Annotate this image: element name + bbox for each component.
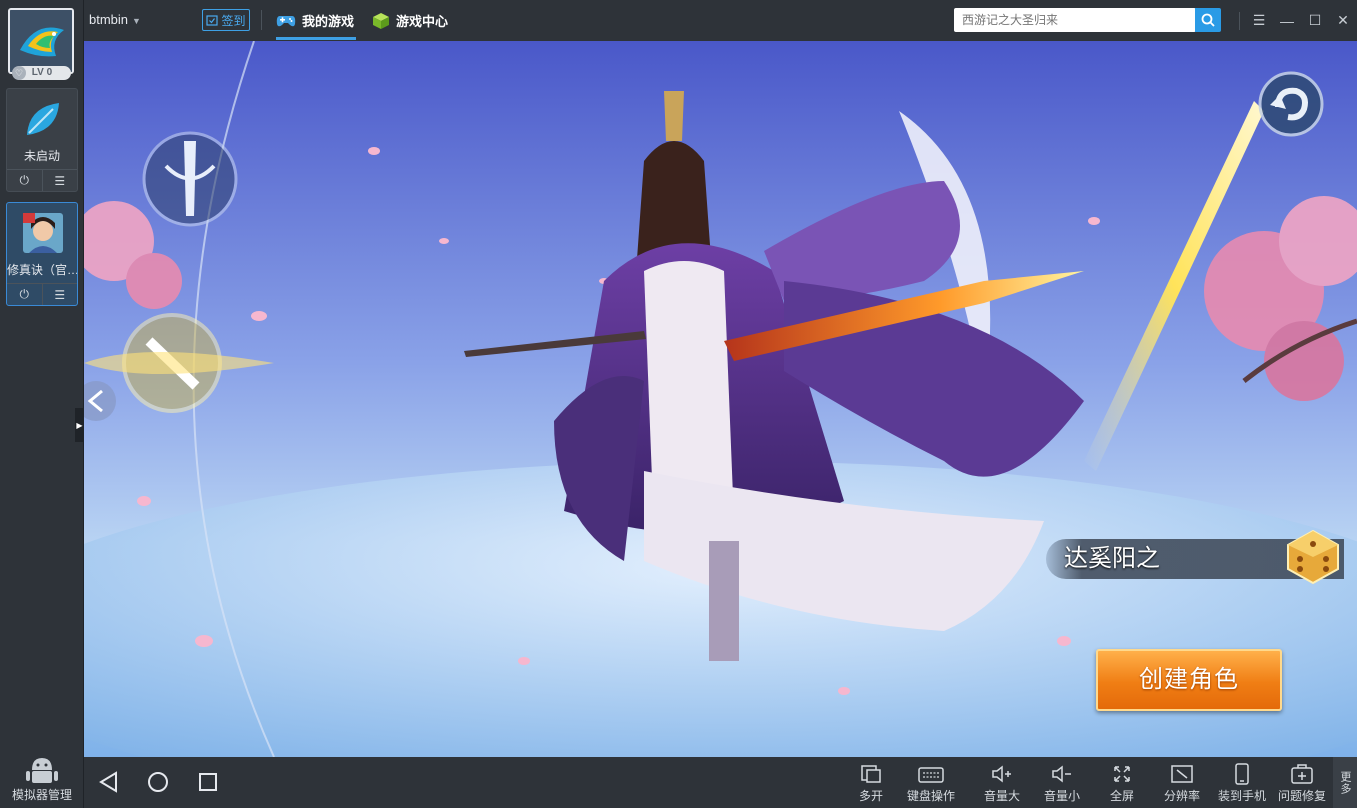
repair-icon (1291, 764, 1313, 784)
search-input[interactable] (954, 8, 1196, 32)
bottom-toolbar: 多开 键盘操作 音量大 音量小 全屏 分辨率 装到手机 问题修复 更多 (84, 757, 1357, 808)
tool-label: 音量大 (983, 789, 1020, 803)
simulator-manager-label: 模拟器管理 (11, 788, 72, 802)
signin-label: 签到 (221, 13, 246, 28)
fullscreen-icon (1114, 766, 1130, 782)
android-icon (26, 758, 58, 783)
user-menu[interactable]: btmbin ▼ (89, 12, 141, 27)
power-icon[interactable]: ⏻ (7, 170, 42, 191)
create-character-button[interactable]: 创建角色 (1096, 649, 1282, 711)
keyboard-button[interactable]: 键盘操作 (903, 761, 959, 804)
tab-game-center[interactable]: 游戏中心 (372, 0, 448, 41)
sidebar-collapse-toggle[interactable]: ▶ (75, 408, 84, 442)
random-name-dice-icon[interactable] (1284, 527, 1342, 585)
app-tile-label: 未启动 (23, 149, 60, 163)
chevron-down-icon: ▼ (132, 16, 141, 26)
leaf-icon (27, 103, 59, 135)
volume-down-icon (1052, 765, 1071, 783)
calendar-check-icon (206, 15, 219, 26)
volume-down-button[interactable]: 音量小 (1034, 761, 1090, 804)
tool-label: 全屏 (1109, 789, 1134, 803)
tool-label: 音量小 (1043, 789, 1080, 803)
gamepad-icon (276, 15, 296, 26)
tool-label: 问题修复 (1277, 789, 1326, 803)
tool-label: 分辨率 (1163, 789, 1200, 803)
tab-label: 游戏中心 (396, 14, 449, 29)
repair-button[interactable]: 问题修复 (1274, 761, 1330, 804)
top-bar: btmbin ▼ 签到 我的游戏 游戏中心 西游记之大圣归来 ☰ — ☐ ✕ (84, 0, 1357, 41)
sidebar: LV 0 ♡ 未启动 ⏻ ☰ 修真诀（官… ⏻ ☰ ▶ 模拟器管理 (0, 0, 84, 808)
menu-icon[interactable]: ☰ (41, 170, 78, 191)
divider (261, 10, 262, 30)
tool-label: 装到手机 (1217, 789, 1266, 803)
fullscreen-button[interactable]: 全屏 (1094, 761, 1150, 804)
recent-apps-icon[interactable] (195, 769, 221, 795)
fish-logo-icon (10, 10, 72, 72)
menu-icon[interactable]: ☰ (41, 284, 78, 305)
volume-up-icon (992, 765, 1011, 783)
app-tile-not-started[interactable]: 未启动 ⏻ ☰ (6, 88, 78, 192)
power-icon[interactable]: ⏻ (7, 284, 42, 305)
username: btmbin (89, 12, 129, 27)
search-icon (1201, 13, 1215, 27)
resolution-button[interactable]: 分辨率 (1154, 761, 1210, 804)
home-icon[interactable] (145, 769, 171, 795)
search-button[interactable] (1195, 8, 1221, 32)
menu-icon[interactable]: ☰ (1245, 0, 1273, 41)
keyboard-icon (918, 767, 944, 783)
install-to-phone-button[interactable]: 装到手机 (1214, 761, 1270, 804)
multi-window-icon (861, 765, 881, 783)
return-button[interactable] (1256, 69, 1326, 139)
emulator-window: LV 0 ♡ 未启动 ⏻ ☰ 修真诀（官… ⏻ ☰ ▶ 模拟器管理 btmbin… (0, 0, 1357, 808)
game-viewport[interactable]: 达奚阳之 创建角色 (84, 41, 1357, 757)
signin-button[interactable]: 签到 (202, 9, 250, 31)
app-tile-xiuzhenjue[interactable]: 修真诀（官… ⏻ ☰ (6, 202, 78, 306)
divider (1239, 11, 1240, 30)
resolution-icon (1171, 765, 1193, 783)
tool-label: 键盘操作 (906, 789, 955, 803)
vip-heart-icon: ♡ (12, 66, 26, 80)
maximize-icon[interactable]: ☐ (1301, 0, 1329, 41)
close-icon[interactable]: ✕ (1329, 0, 1357, 41)
window-controls: ☰ — ☐ ✕ (1234, 0, 1357, 41)
tool-label: 多开 (858, 789, 883, 803)
game-avatar-icon (23, 213, 63, 253)
tab-my-games[interactable]: 我的游戏 (276, 0, 356, 41)
volume-up-button[interactable]: 音量大 (974, 761, 1030, 804)
more-button[interactable]: 更多 (1333, 757, 1357, 808)
phone-icon (1235, 763, 1249, 785)
app-tile-label: 修真诀（官… (7, 263, 77, 277)
tab-label: 我的游戏 (302, 14, 355, 29)
multi-window-button[interactable]: 多开 (843, 761, 899, 804)
cube-icon (373, 12, 389, 29)
simulator-manager-button[interactable]: 模拟器管理 (0, 748, 84, 808)
minimize-icon[interactable]: — (1273, 0, 1301, 41)
user-avatar[interactable] (8, 8, 74, 74)
back-icon[interactable] (96, 769, 122, 795)
